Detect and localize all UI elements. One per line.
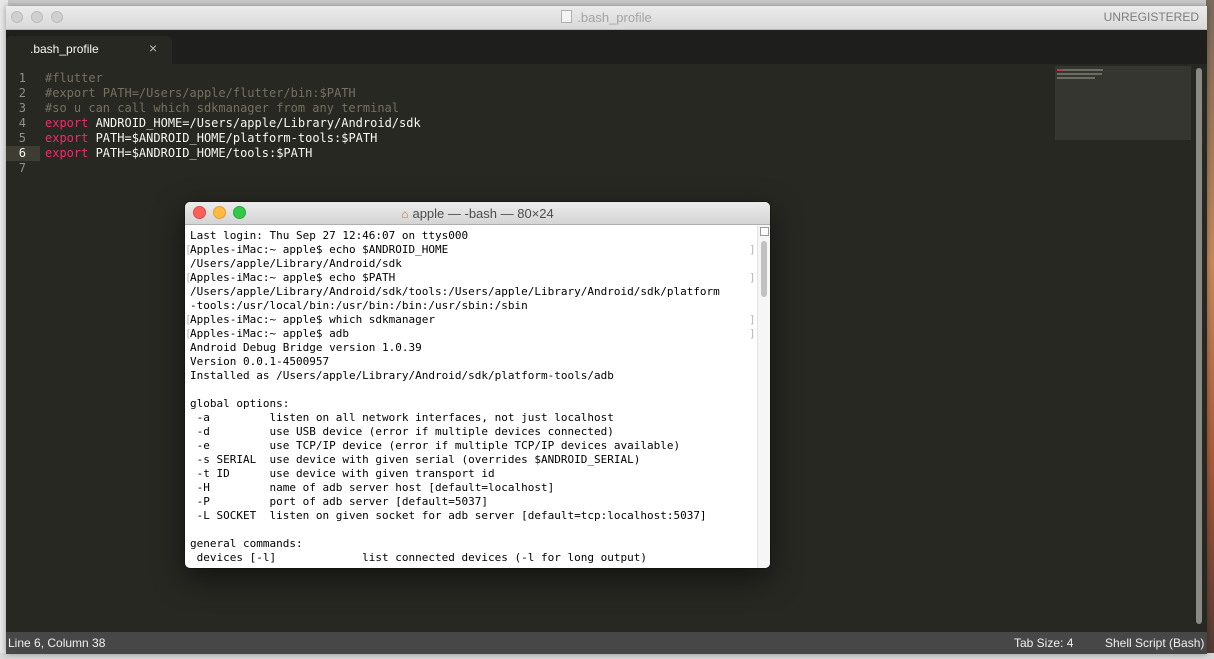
desktop-background-right: [1206, 0, 1214, 659]
status-bar: Line 6, Column 38 Tab Size: 4 Shell Scri…: [6, 632, 1207, 654]
close-icon[interactable]: ×: [149, 40, 157, 56]
code-line[interactable]: export ANDROID_HOME=/Users/apple/Library…: [45, 116, 421, 131]
terminal-line: /Users/apple/Library/Android/sdk: [190, 257, 402, 270]
code-token: ANDROID_HOME=/Users/apple/Library/Androi…: [88, 116, 421, 130]
code-line[interactable]: #export PATH=/Users/apple/flutter/bin:$P…: [45, 86, 356, 101]
home-icon: ⌂: [401, 207, 409, 221]
tab-size-selector[interactable]: Tab Size: 4: [1014, 636, 1073, 650]
line-number: 1: [18, 71, 26, 85]
code-line[interactable]: export PATH=$ANDROID_HOME/tools:$PATH: [45, 146, 312, 161]
line-number: 5: [18, 131, 26, 145]
terminal-line: -t ID use device with given transport id: [190, 467, 495, 480]
line-number: 2: [18, 86, 26, 100]
terminal-line: Apples-iMac:~ apple$ which sdkmanager: [190, 313, 436, 326]
terminal-line: Apples-iMac:~ apple$ echo $ANDROID_HOME: [190, 243, 449, 256]
terminal-line: Android Debug Bridge version 1.0.39: [190, 341, 422, 354]
terminal-line: global options:: [190, 397, 290, 410]
prompt-mark-right: ]: [749, 243, 756, 256]
terminal-line: -H name of adb server host [default=loca…: [190, 481, 555, 494]
editor-scrollbar[interactable]: [1196, 68, 1202, 626]
terminal-line: Last login: Thu Sep 27 12:46:07 on ttys0…: [190, 229, 469, 242]
terminal-scrollbar-thumb[interactable]: [761, 241, 767, 297]
sublime-titlebar[interactable]: .bash_profile UNREGISTERED: [6, 6, 1207, 30]
cursor-position[interactable]: Line 6, Column 38: [8, 636, 105, 650]
terminal-scrollbar[interactable]: [757, 225, 770, 568]
prompt-mark-right: ]: [749, 313, 756, 326]
code-token: PATH=$ANDROID_HOME/platform-tools:$PATH: [88, 131, 378, 145]
comment-token: #so u can call which sdkmanager from any…: [45, 101, 400, 115]
tab-bar: .bash_profile ×: [6, 30, 1207, 64]
code-line[interactable]: #so u can call which sdkmanager from any…: [45, 101, 399, 116]
keyword-token: export: [45, 131, 89, 145]
terminal-line: -P port of adb server [default=5037]: [190, 495, 489, 508]
terminal-line: -d use USB device (error if multiple dev…: [190, 425, 614, 438]
code-line[interactable]: export PATH=$ANDROID_HOME/platform-tools…: [45, 131, 377, 146]
terminal-line: -s SERIAL use device with given serial (…: [190, 453, 641, 466]
unregistered-label: UNREGISTERED: [1103, 10, 1199, 24]
comment-token: #export PATH=/Users/apple/flutter/bin:$P…: [45, 86, 356, 100]
code-line[interactable]: #flutter: [45, 71, 103, 86]
tab-label: .bash_profile: [30, 42, 99, 56]
terminal-line: devices [-l] list connected devices (-l …: [190, 551, 647, 564]
line-number: 4: [18, 116, 26, 130]
prompt-mark-right: ]: [749, 327, 756, 340]
terminal-line: general commands:: [190, 537, 303, 550]
window-title: .bash_profile: [6, 10, 1207, 25]
prompt-mark-right: ]: [749, 271, 756, 284]
terminal-title: ⌂ apple — -bash — 80×24: [185, 206, 770, 221]
terminal-line: /Users/apple/Library/Android/sdk/tools:/…: [190, 285, 720, 298]
terminal-line: -e use TCP/IP device (error if multiple …: [190, 439, 681, 452]
code-token: PATH=$ANDROID_HOME/tools:$PATH: [88, 146, 313, 160]
terminal-line: -L SOCKET listen on given socket for adb…: [190, 509, 707, 522]
minimap-line: [1063, 69, 1103, 71]
minimap-line: [1057, 73, 1102, 75]
terminal-line: Installed as /Users/apple/Library/Androi…: [190, 369, 614, 382]
comment-token: #flutter: [45, 71, 103, 85]
minimap[interactable]: [1055, 66, 1191, 140]
terminal-window: ⌂ apple — -bash — 80×24 Last login: Thu S…: [185, 202, 770, 568]
line-number: 3: [18, 101, 26, 115]
tab-bash-profile[interactable]: .bash_profile ×: [6, 36, 172, 64]
terminal-title-text: apple — -bash — 80×24: [412, 206, 554, 221]
editor-scrollbar-thumb[interactable]: [1196, 68, 1202, 624]
keyword-token: export: [45, 116, 89, 130]
line-number: 7: [18, 161, 26, 175]
document-icon: [561, 10, 573, 23]
terminal-line: Apples-iMac:~ apple$ echo $PATH: [190, 271, 396, 284]
terminal-titlebar[interactable]: ⌂ apple — -bash — 80×24: [185, 202, 770, 225]
window-title-text: .bash_profile: [577, 10, 652, 25]
terminal-line: -tools:/usr/local/bin:/usr/bin:/bin:/usr…: [190, 299, 528, 312]
line-number: 6: [18, 146, 26, 160]
terminal-output[interactable]: Last login: Thu Sep 27 12:46:07 on ttys0…: [185, 225, 757, 568]
minimap-line: [1057, 77, 1095, 79]
keyword-token: export: [45, 146, 89, 160]
terminal-line: -a listen on all network interfaces, not…: [190, 411, 614, 424]
terminal-line: Version 0.0.1-4500957: [190, 355, 330, 368]
terminal-line: Apples-iMac:~ apple$ adb: [190, 327, 349, 340]
terminal-scroll-toggle[interactable]: [760, 227, 769, 236]
syntax-selector[interactable]: Shell Script (Bash): [1105, 636, 1204, 650]
